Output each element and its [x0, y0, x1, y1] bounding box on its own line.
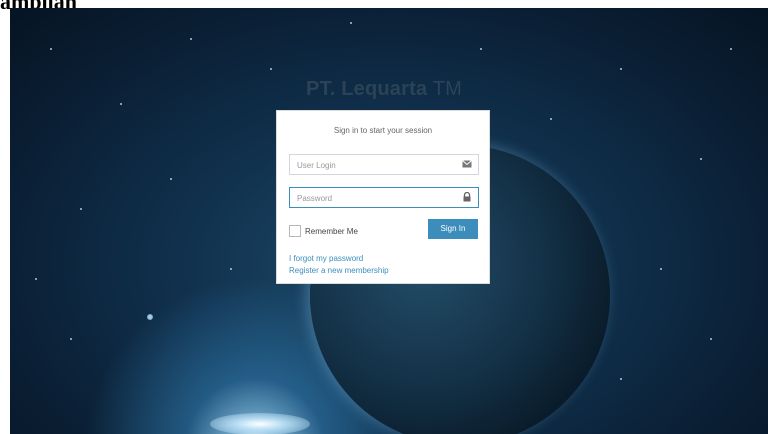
- star: [480, 48, 482, 50]
- sun-flare: [210, 413, 310, 434]
- star: [50, 48, 52, 50]
- login-box: Sign in to start your session Remember M…: [276, 110, 490, 284]
- star: [710, 338, 712, 340]
- star: [550, 118, 552, 120]
- star: [270, 68, 272, 70]
- remember-me-label[interactable]: Remember Me: [305, 227, 358, 236]
- remember-me-row: Remember Me: [289, 224, 358, 238]
- star: [170, 178, 172, 180]
- star: [80, 208, 82, 210]
- star: [730, 48, 732, 50]
- envelope-icon: [462, 160, 472, 168]
- star: [660, 268, 662, 270]
- user-login-input[interactable]: [290, 156, 457, 175]
- lock-icon: [463, 192, 471, 202]
- sign-in-button[interactable]: Sign In: [428, 219, 478, 239]
- star: [120, 103, 122, 105]
- star: [700, 158, 702, 160]
- remember-me-checkbox[interactable]: [289, 225, 301, 237]
- login-box-title: Sign in to start your session: [333, 126, 433, 135]
- register-link[interactable]: Register a new membership: [289, 266, 389, 275]
- star: [620, 378, 622, 380]
- brand-suffix: TM: [427, 78, 462, 100]
- password-field[interactable]: [289, 187, 479, 208]
- brand-logo-text: PT. Lequarta TM: [0, 78, 768, 101]
- bright-star: [147, 314, 153, 320]
- star: [35, 278, 37, 280]
- star: [620, 68, 622, 70]
- star: [190, 38, 192, 40]
- star: [70, 338, 72, 340]
- brand-name: PT. Lequarta: [305, 78, 428, 100]
- star: [350, 22, 352, 24]
- forgot-password-link[interactable]: I forgot my password: [289, 254, 363, 263]
- password-input[interactable]: [290, 189, 457, 208]
- user-login-field[interactable]: [289, 154, 479, 175]
- star: [230, 268, 232, 270]
